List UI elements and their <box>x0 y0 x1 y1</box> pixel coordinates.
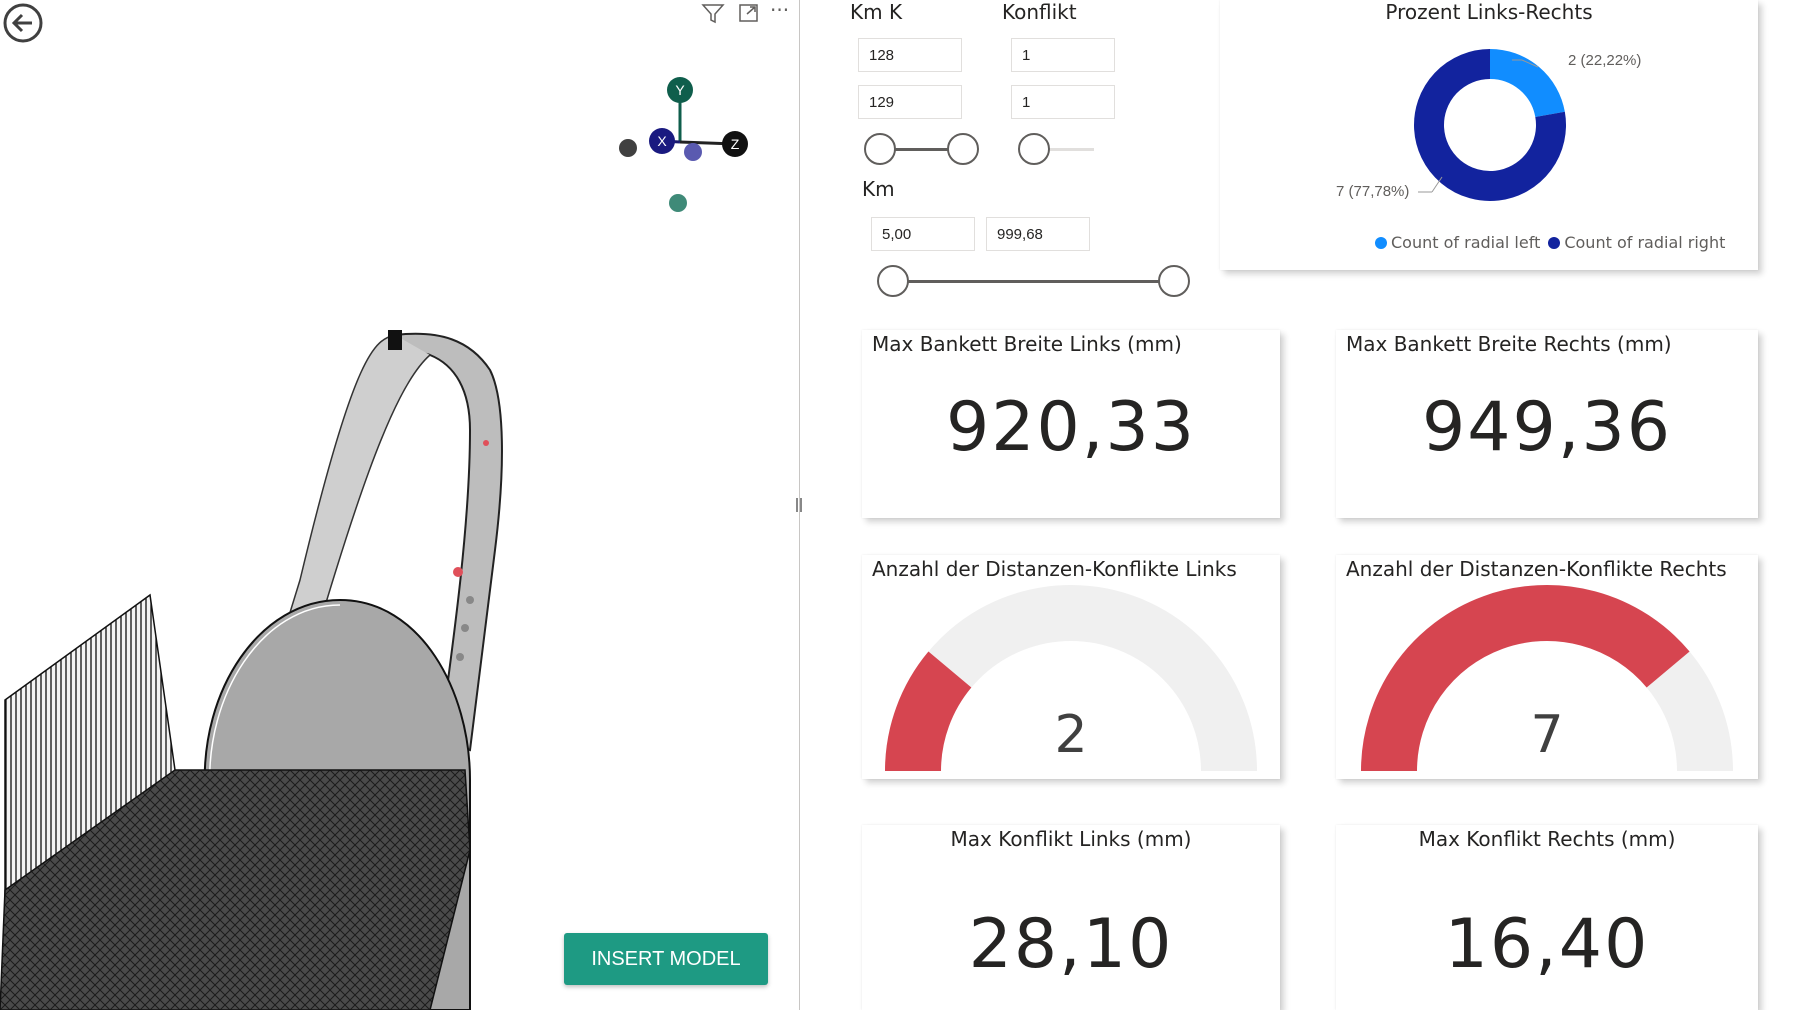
axis-gizmo[interactable]: Y X Z <box>610 72 760 222</box>
legend-item-left[interactable]: Count of radial left <box>1391 233 1540 252</box>
km-max-handle[interactable] <box>1158 265 1190 297</box>
slicer-title-km: Km <box>862 177 895 201</box>
model-viewer-panel[interactable]: ··· Y X Z INSERT MODEL <box>0 0 800 1010</box>
tunnel-3d-model[interactable] <box>0 330 530 1010</box>
axis-z-label: Z <box>731 136 740 152</box>
card-title: Max Konflikt Links (mm) <box>950 827 1192 851</box>
kpi-card-konflikt-rechts[interactable]: Max Konflikt Rechts (mm) 16,40 <box>1336 825 1758 1010</box>
donut-label-left: 2 (22,22%) <box>1568 52 1642 69</box>
gauge-value: 2 <box>1054 705 1088 765</box>
slicer-title-konflikt: Konflikt <box>1002 0 1077 24</box>
back-arrow-icon[interactable] <box>2 2 44 44</box>
legend-dot-icon <box>1375 236 1387 249</box>
card-value: 16,40 <box>1444 905 1650 984</box>
km-min-input[interactable]: 5,00 <box>871 217 975 251</box>
card-title: Max Bankett Breite Links (mm) <box>872 332 1182 356</box>
kpi-card-konflikt-links[interactable]: Max Konflikt Links (mm) 28,10 <box>862 825 1280 1010</box>
card-value: 920,33 <box>946 388 1196 467</box>
km-max-input[interactable]: 999,68 <box>986 217 1090 251</box>
km-k-min-input[interactable]: 128 <box>858 38 962 72</box>
km-k-min-handle[interactable] <box>864 133 896 165</box>
km-k-max-handle[interactable] <box>947 133 979 165</box>
card-title: Max Bankett Breite Rechts (mm) <box>1346 332 1672 356</box>
more-options-icon[interactable]: ··· <box>770 0 789 22</box>
donut-label-right: 7 (77,78%) <box>1336 183 1410 200</box>
gauge-card-rechts[interactable]: Anzahl der Distanzen-Konflikte Rechts 7 <box>1336 555 1758 779</box>
filter-icon[interactable] <box>700 2 726 24</box>
donut-chart-card[interactable]: Prozent Links-Rechts 2 (22,22%) 7 (77,78… <box>1220 0 1758 270</box>
conflict-marker-icon[interactable] <box>453 567 463 577</box>
axis-negz-icon[interactable] <box>684 143 702 161</box>
insert-model-button[interactable]: INSERT MODEL <box>564 933 768 985</box>
donut-slice-left[interactable] <box>1489 49 1565 118</box>
konflikt-handle[interactable] <box>1018 133 1050 165</box>
gauge-value: 7 <box>1530 705 1564 765</box>
konflikt-min-input[interactable]: 1 <box>1011 38 1115 72</box>
konflikt-max-input[interactable]: 1 <box>1011 85 1115 119</box>
donut-legend: Count of radial left Count of radial rig… <box>1375 233 1725 252</box>
model-endcap-icon <box>388 330 402 350</box>
legend-item-right[interactable]: Count of radial right <box>1564 233 1725 252</box>
km-k-max-input[interactable]: 129 <box>858 85 962 119</box>
km-min-handle[interactable] <box>877 265 909 297</box>
donut-svg <box>1414 49 1566 201</box>
axis-y-label: Y <box>675 82 685 98</box>
station-marker-icon <box>466 596 474 604</box>
gauge-card-links[interactable]: Anzahl der Distanzen-Konflikte Links 2 <box>862 555 1280 779</box>
axis-x-label: X <box>657 133 667 149</box>
km-range-track[interactable] <box>895 280 1175 283</box>
card-value: 28,10 <box>968 905 1174 984</box>
card-value: 949,36 <box>1422 388 1672 467</box>
axis-negx-icon[interactable] <box>619 139 637 157</box>
focus-mode-icon[interactable] <box>736 2 762 24</box>
station-marker-icon <box>461 624 469 632</box>
legend-dot-icon <box>1548 236 1561 249</box>
station-marker-icon <box>456 653 464 661</box>
axis-negy-icon[interactable] <box>669 194 687 212</box>
slicer-title-km-k: Km K <box>850 0 903 24</box>
conflict-marker-icon[interactable] <box>483 440 489 446</box>
kpi-card-bankett-links[interactable]: Max Bankett Breite Links (mm) 920,33 <box>862 330 1280 518</box>
resize-handle-icon[interactable] <box>796 498 802 512</box>
kpi-card-bankett-rechts[interactable]: Max Bankett Breite Rechts (mm) 949,36 <box>1336 330 1758 518</box>
card-title: Max Konflikt Rechts (mm) <box>1418 827 1676 851</box>
